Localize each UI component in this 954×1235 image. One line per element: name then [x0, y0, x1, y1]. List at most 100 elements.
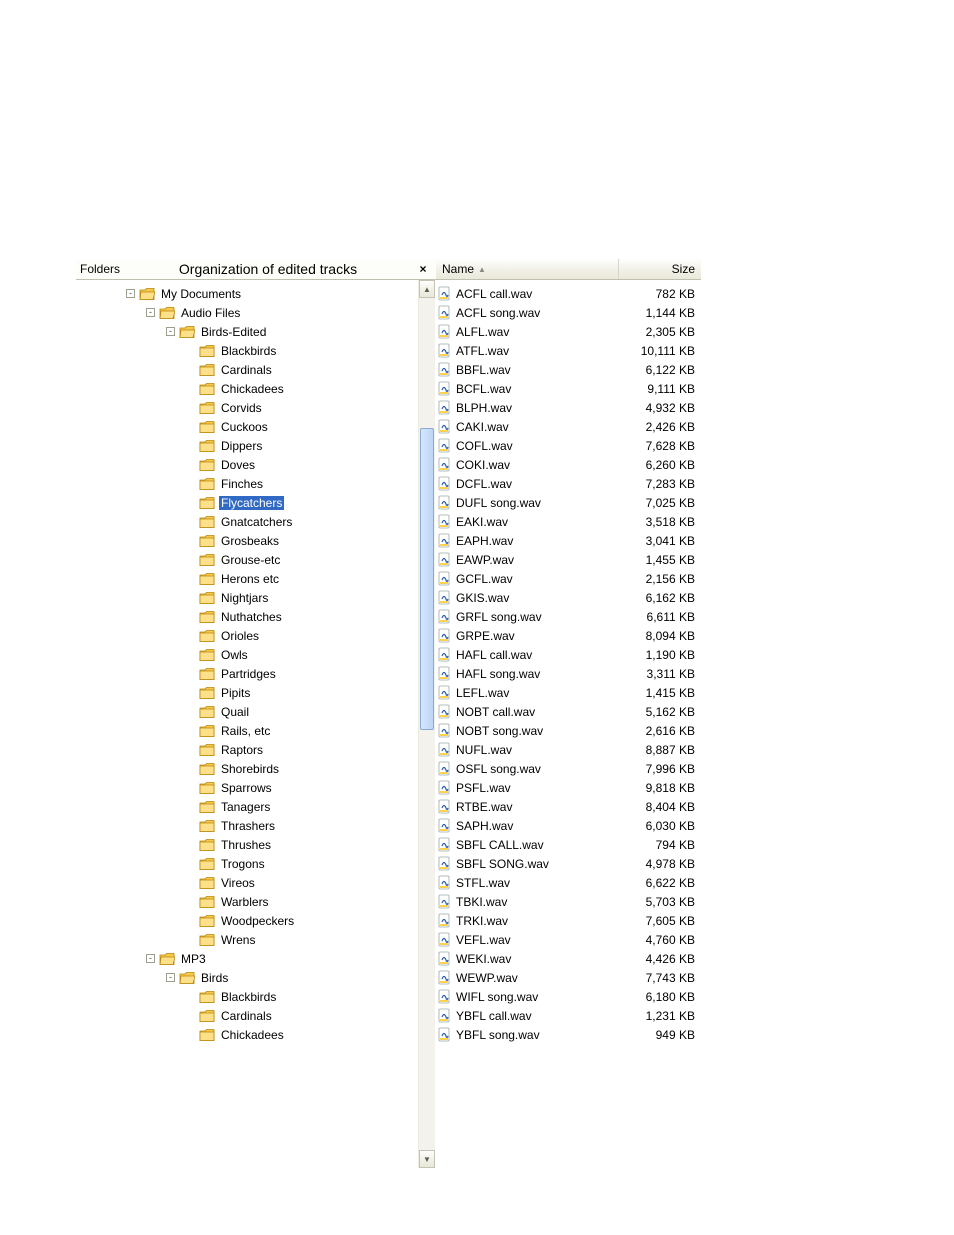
- column-header-name[interactable]: Name ▲: [436, 259, 619, 279]
- collapse-icon[interactable]: -: [166, 327, 175, 336]
- file-row[interactable]: GKIS.wav6,162 KB: [435, 588, 701, 607]
- folder-label[interactable]: Shorebirds: [219, 762, 281, 776]
- file-row[interactable]: YBFL call.wav1,231 KB: [435, 1006, 701, 1025]
- folder-label[interactable]: Rails, etc: [219, 724, 272, 738]
- folder-label[interactable]: Wrens: [219, 933, 257, 947]
- collapse-icon[interactable]: -: [126, 289, 135, 298]
- tree-node[interactable]: Corvids: [76, 398, 418, 417]
- tree-node[interactable]: Warblers: [76, 892, 418, 911]
- column-header-size[interactable]: Size: [619, 259, 701, 279]
- tree-node[interactable]: Thrashers: [76, 816, 418, 835]
- file-row[interactable]: BLPH.wav4,932 KB: [435, 398, 701, 417]
- tree-node[interactable]: Partridges: [76, 664, 418, 683]
- folder-label[interactable]: Chickadees: [219, 1028, 286, 1042]
- tree-node[interactable]: Chickadees: [76, 379, 418, 398]
- tree-node[interactable]: - MP3: [76, 949, 418, 968]
- folder-label[interactable]: Woodpeckers: [219, 914, 296, 928]
- tree-node[interactable]: Flycatchers: [76, 493, 418, 512]
- tree-node[interactable]: Shorebirds: [76, 759, 418, 778]
- folder-label[interactable]: Owls: [219, 648, 250, 662]
- file-row[interactable]: NUFL.wav8,887 KB: [435, 740, 701, 759]
- scroll-track[interactable]: [419, 298, 435, 1150]
- tree-node[interactable]: Herons etc: [76, 569, 418, 588]
- file-row[interactable]: NOBT call.wav5,162 KB: [435, 702, 701, 721]
- folder-tree[interactable]: - My Documents- Audio Files- Birds-Edite…: [76, 280, 418, 1168]
- file-row[interactable]: WEKI.wav4,426 KB: [435, 949, 701, 968]
- file-row[interactable]: WIFL song.wav6,180 KB: [435, 987, 701, 1006]
- collapse-icon[interactable]: -: [146, 308, 155, 317]
- file-row[interactable]: RTBE.wav8,404 KB: [435, 797, 701, 816]
- folder-label[interactable]: My Documents: [159, 287, 243, 301]
- folder-label[interactable]: Trogons: [219, 857, 267, 871]
- file-row[interactable]: NOBT song.wav2,616 KB: [435, 721, 701, 740]
- folder-label[interactable]: Grosbeaks: [219, 534, 281, 548]
- tree-node[interactable]: Quail: [76, 702, 418, 721]
- folder-label[interactable]: Finches: [219, 477, 265, 491]
- file-row[interactable]: SBFL SONG.wav4,978 KB: [435, 854, 701, 873]
- folder-label[interactable]: Cardinals: [219, 363, 274, 377]
- tree-node[interactable]: Raptors: [76, 740, 418, 759]
- folder-label[interactable]: Vireos: [219, 876, 257, 890]
- folder-label[interactable]: Doves: [219, 458, 257, 472]
- file-row[interactable]: GRFL song.wav6,611 KB: [435, 607, 701, 626]
- file-row[interactable]: GCFL.wav2,156 KB: [435, 569, 701, 588]
- folder-label[interactable]: Blackbirds: [219, 990, 278, 1004]
- folder-label[interactable]: Nightjars: [219, 591, 270, 605]
- tree-node[interactable]: - Birds-Edited: [76, 322, 418, 341]
- tree-node[interactable]: Nightjars: [76, 588, 418, 607]
- folder-label[interactable]: Orioles: [219, 629, 261, 643]
- file-row[interactable]: EAPH.wav3,041 KB: [435, 531, 701, 550]
- tree-node[interactable]: Cardinals: [76, 1006, 418, 1025]
- folder-label[interactable]: Blackbirds: [219, 344, 278, 358]
- folder-label[interactable]: Corvids: [219, 401, 264, 415]
- file-row[interactable]: ACFL call.wav782 KB: [435, 284, 701, 303]
- folder-label[interactable]: Herons etc: [219, 572, 281, 586]
- collapse-icon[interactable]: -: [146, 954, 155, 963]
- file-row[interactable]: STFL.wav6,622 KB: [435, 873, 701, 892]
- folder-label[interactable]: Tanagers: [219, 800, 272, 814]
- file-row[interactable]: SAPH.wav6,030 KB: [435, 816, 701, 835]
- scroll-up-button[interactable]: ▲: [419, 280, 435, 298]
- folder-label[interactable]: Quail: [219, 705, 251, 719]
- folder-label[interactable]: Cardinals: [219, 1009, 274, 1023]
- tree-node[interactable]: Nuthatches: [76, 607, 418, 626]
- tree-node[interactable]: Wrens: [76, 930, 418, 949]
- folder-label[interactable]: Dippers: [219, 439, 264, 453]
- file-row[interactable]: PSFL.wav9,818 KB: [435, 778, 701, 797]
- file-row[interactable]: EAKI.wav3,518 KB: [435, 512, 701, 531]
- tree-node[interactable]: Doves: [76, 455, 418, 474]
- tree-node[interactable]: Cardinals: [76, 360, 418, 379]
- file-row[interactable]: VEFL.wav4,760 KB: [435, 930, 701, 949]
- file-row[interactable]: BBFL.wav6,122 KB: [435, 360, 701, 379]
- tree-node[interactable]: Grosbeaks: [76, 531, 418, 550]
- folder-label[interactable]: Gnatcatchers: [219, 515, 294, 529]
- file-row[interactable]: COFL.wav7,628 KB: [435, 436, 701, 455]
- file-row[interactable]: ALFL.wav2,305 KB: [435, 322, 701, 341]
- folder-label[interactable]: Warblers: [219, 895, 271, 909]
- file-row[interactable]: EAWP.wav1,455 KB: [435, 550, 701, 569]
- file-row[interactable]: SBFL CALL.wav794 KB: [435, 835, 701, 854]
- file-row[interactable]: BCFL.wav9,111 KB: [435, 379, 701, 398]
- file-row[interactable]: HAFL song.wav3,311 KB: [435, 664, 701, 683]
- folder-label[interactable]: Thrashers: [219, 819, 277, 833]
- tree-node[interactable]: Owls: [76, 645, 418, 664]
- file-row[interactable]: DUFL song.wav7,025 KB: [435, 493, 701, 512]
- tree-node[interactable]: Blackbirds: [76, 987, 418, 1006]
- tree-node[interactable]: Pipits: [76, 683, 418, 702]
- file-row[interactable]: COKI.wav6,260 KB: [435, 455, 701, 474]
- tree-node[interactable]: Rails, etc: [76, 721, 418, 740]
- folder-label[interactable]: Chickadees: [219, 382, 286, 396]
- file-row[interactable]: ATFL.wav10,111 KB: [435, 341, 701, 360]
- tree-node[interactable]: Grouse-etc: [76, 550, 418, 569]
- file-list[interactable]: ACFL call.wav782 KB ACFL song.wav1,144 K…: [435, 280, 701, 1168]
- tree-node[interactable]: Finches: [76, 474, 418, 493]
- file-row[interactable]: GRPE.wav8,094 KB: [435, 626, 701, 645]
- folder-label[interactable]: Raptors: [219, 743, 265, 757]
- file-row[interactable]: TRKI.wav7,605 KB: [435, 911, 701, 930]
- folder-label[interactable]: Pipits: [219, 686, 252, 700]
- file-row[interactable]: LEFL.wav1,415 KB: [435, 683, 701, 702]
- tree-node[interactable]: Chickadees: [76, 1025, 418, 1044]
- file-row[interactable]: ACFL song.wav1,144 KB: [435, 303, 701, 322]
- folder-label[interactable]: Flycatchers: [219, 496, 284, 510]
- file-row[interactable]: TBKI.wav5,703 KB: [435, 892, 701, 911]
